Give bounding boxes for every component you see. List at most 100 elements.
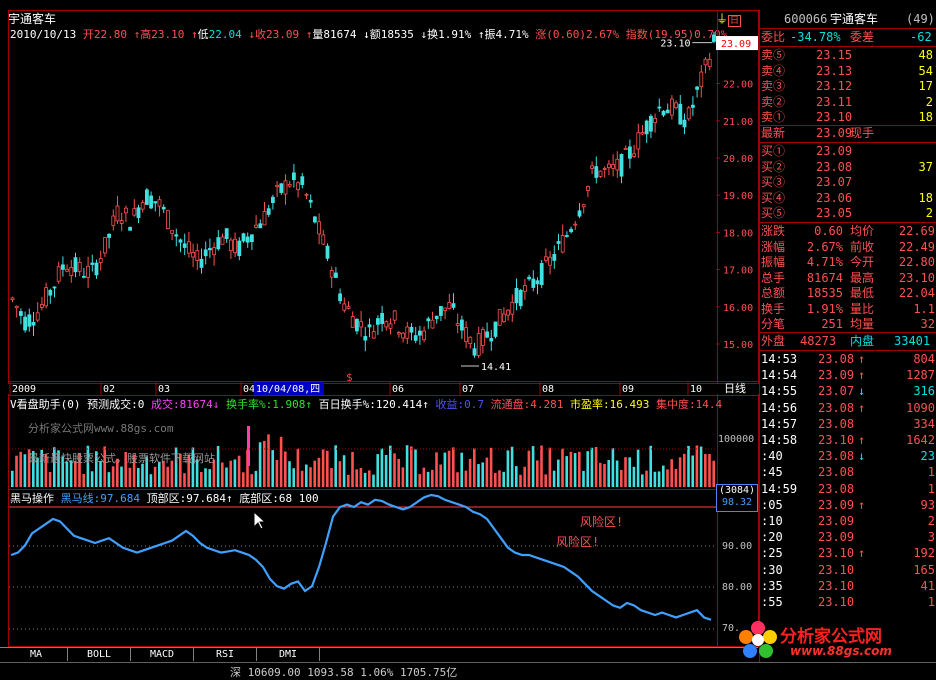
volume-bar (674, 468, 678, 487)
buy-price: 23.07 (816, 175, 853, 189)
volume-bar (611, 448, 615, 487)
volume-bar (636, 449, 640, 487)
candle-body (300, 176, 305, 185)
candle-body (23, 316, 28, 331)
volume-bar (275, 459, 279, 487)
candle-body (682, 119, 687, 128)
kline-chart[interactable]: 23.10 14.41 $ (8, 10, 718, 384)
buy-volume: 37 (918, 159, 933, 174)
candle-body (417, 330, 422, 336)
stat-label-2: 最低 (850, 286, 875, 300)
candle-body (409, 326, 414, 333)
logo-url: www.88gs.com (790, 644, 892, 658)
volume-bar (494, 472, 497, 487)
candle-body (506, 309, 511, 316)
volume-bar (82, 473, 85, 487)
field-label: 顶部区: (146, 492, 187, 505)
volume-bar (401, 467, 405, 487)
sell-label: 卖① (761, 110, 786, 124)
volume-bar (653, 471, 657, 487)
indicator-header: 黑马操作 黑马线:97.684 顶部区:97.684↑ 底部区:68 100 (10, 490, 319, 506)
tab-boll[interactable]: BOLL (68, 648, 131, 661)
tick-price: 23.08 (818, 465, 855, 480)
volume-bar (506, 450, 510, 487)
tick-volume: 1287 (906, 368, 935, 383)
volume-bar (586, 451, 589, 487)
candle-body (115, 205, 120, 222)
candle-body (699, 71, 704, 88)
candle-body (405, 326, 410, 339)
volume-bar (704, 453, 707, 487)
volume-bar (649, 445, 652, 487)
tab-rsi[interactable]: RSI (194, 648, 257, 661)
indicator-axis-box: (3084) 98.32 (716, 484, 758, 512)
volume-bar (620, 469, 623, 487)
candle-body (161, 206, 166, 210)
volume-bar (477, 464, 480, 487)
latest-row: 最新 23.09 现手 (761, 126, 875, 140)
candle-body (31, 321, 36, 326)
candle-body (586, 185, 590, 191)
tick-time: 14:59 (761, 481, 798, 496)
tab-dmi[interactable]: DMI (257, 648, 320, 661)
tick-volume: 316 (913, 384, 935, 399)
tab-ma[interactable]: MA (5, 648, 68, 661)
volume-bar (712, 460, 715, 487)
buy-label: 买⑤ (761, 206, 786, 220)
volume-bar (460, 452, 463, 487)
logo-flower-icon (739, 621, 777, 658)
candle-body (338, 293, 343, 302)
lock-icon[interactable]: ⏚ 日 (716, 10, 742, 27)
volume-bar (557, 459, 560, 487)
candle-body (594, 166, 599, 178)
buy-row: 买③ 23.07 (760, 175, 936, 190)
volume-bar (141, 463, 144, 487)
tick-row: 14:56 23.08 ↑ 1090 (760, 401, 936, 416)
volume-bar (120, 466, 123, 487)
sell-label: 卖⑤ (761, 48, 786, 62)
kline-svg: 23.1014.41$ (10, 31, 716, 384)
candle-body (237, 240, 242, 257)
candle-body (245, 236, 250, 243)
candle-body (174, 234, 179, 237)
field-label: 收益: (435, 398, 465, 411)
volume-bar (708, 454, 711, 487)
tick-price: 23.07 (818, 384, 855, 399)
stat-value: 251 (821, 317, 843, 331)
tick-price: 23.10 (818, 578, 855, 593)
candle-body (430, 319, 435, 329)
tick-price: 23.10 (818, 562, 855, 577)
candle-body (140, 202, 145, 210)
volume-bar (19, 451, 22, 487)
candle-body (153, 201, 158, 204)
tab-macd[interactable]: MACD (131, 648, 194, 661)
candle-body (65, 268, 69, 272)
candle-body (649, 115, 653, 132)
candle-body (203, 249, 208, 257)
status-text: 深 10609.00 1093.58 1.06% 1705.75亿 (230, 666, 458, 679)
sell-row: 卖② 23.11 2 (760, 95, 936, 110)
candle-body (39, 304, 44, 308)
stat-label: 涨幅 (761, 239, 786, 254)
candle-body (468, 336, 473, 345)
candle-body (186, 241, 191, 254)
volume-bar (657, 471, 661, 487)
candle-body (535, 280, 540, 285)
volume-bar (338, 461, 342, 487)
volume-bar (368, 470, 371, 487)
candle-body (653, 117, 657, 124)
volume-bar (330, 468, 333, 487)
tick-arrow: ↓ (858, 384, 866, 399)
volume-bar (678, 457, 682, 487)
volume-bar (666, 469, 669, 487)
candle-body (291, 172, 296, 181)
volume-bar (397, 458, 400, 487)
candle-body (480, 329, 485, 346)
candle-body (333, 272, 338, 278)
candle-body (48, 289, 53, 296)
volume-bar (11, 470, 14, 487)
volume-bar (23, 454, 27, 487)
candle-body (56, 266, 61, 282)
tick-arrow: ↑ (858, 352, 866, 366)
field-label: 集中度: (655, 398, 696, 411)
